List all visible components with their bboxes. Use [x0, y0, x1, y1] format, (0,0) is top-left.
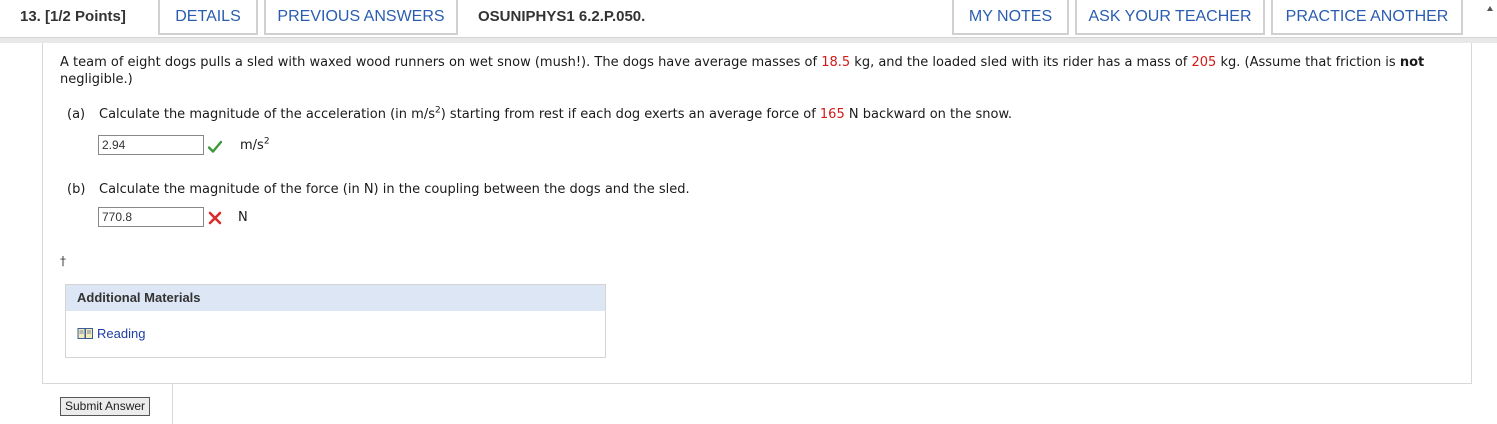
reading-link[interactable]: Reading [77, 326, 145, 341]
part-b-answer-input[interactable]: 770.8 [98, 207, 204, 227]
part-a-question: (a) Calculate the magnitude of the accele… [67, 105, 1013, 122]
bottom-divider [172, 384, 173, 424]
part-b-unit: N [238, 210, 248, 225]
check-icon [207, 140, 223, 153]
part-a-label: (a) [67, 107, 86, 122]
additional-materials-title: Additional Materials [66, 285, 605, 311]
dog-mass-value: 18.5 [821, 55, 851, 70]
question-toolbar: 13. [1/2 Points] DETAILS PREVIOUS ANSWER… [0, 0, 1497, 38]
previous-answers-button[interactable]: PREVIOUS ANSWERS [264, 0, 458, 35]
reading-label[interactable]: Reading [97, 326, 145, 341]
book-icon [77, 328, 93, 339]
sled-mass-value: 205 [1191, 55, 1217, 70]
practice-another-button[interactable]: PRACTICE ANOTHER [1271, 0, 1463, 35]
details-button[interactable]: DETAILS [158, 0, 258, 35]
submit-answer-button[interactable]: Submit Answer [60, 397, 151, 416]
scroll-up-icon[interactable] [1487, 6, 1493, 11]
my-notes-button[interactable]: MY NOTES [952, 0, 1069, 35]
part-a-unit: m/s2 [240, 136, 270, 153]
question-number: 13. [1/2 Points] [20, 8, 126, 25]
problem-statement: A team of eight dogs pulls a sled with w… [60, 55, 1425, 87]
additional-materials-panel: Additional Materials Reading [65, 284, 606, 358]
problem-id: OSUNIPHYS1 6.2.P.050. [478, 8, 646, 25]
cross-icon [208, 211, 222, 225]
part-a-answer-input[interactable]: 2.94 [98, 135, 204, 155]
force-value: 165 [819, 107, 845, 122]
part-b-label: (b) [67, 182, 86, 197]
part-b-question: (b) Calculate the magnitude of the force … [67, 182, 690, 197]
ask-your-teacher-button[interactable]: ASK YOUR TEACHER [1075, 0, 1265, 35]
dagger-mark: † [60, 254, 66, 268]
